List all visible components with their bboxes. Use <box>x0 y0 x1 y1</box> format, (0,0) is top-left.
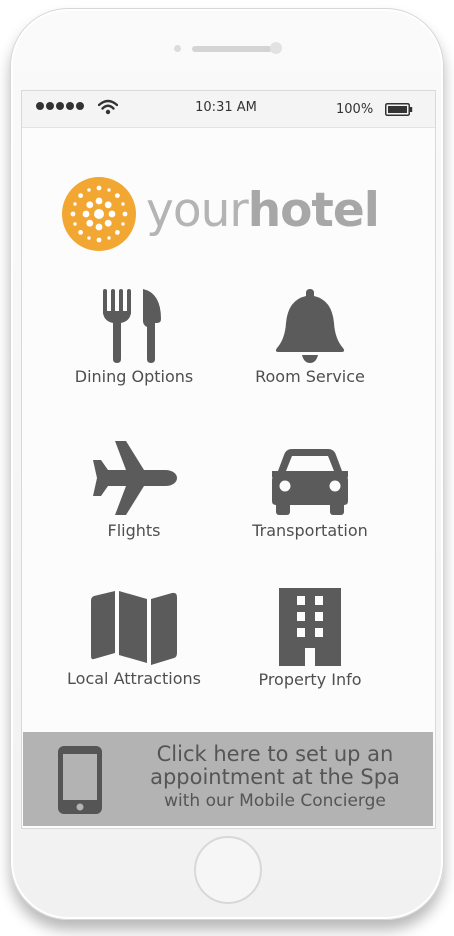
map-icon <box>91 591 177 665</box>
menu-tile-transportation[interactable]: Transportation <box>222 441 398 540</box>
airplane-icon <box>93 441 177 515</box>
status-bar: 10:31 AM 100% <box>22 91 435 128</box>
menu-tile-property-info[interactable]: Property Info <box>222 588 398 689</box>
proximity-sensor <box>174 45 181 52</box>
battery-icon <box>385 103 413 116</box>
wifi-icon <box>98 99 118 115</box>
banner-line-2: appointment at the Spa <box>150 765 400 789</box>
hotel-logo: yourhotel <box>62 177 402 255</box>
signal-strength-icon <box>36 102 84 110</box>
menu-tile-flights[interactable]: Flights <box>46 439 222 540</box>
bell-icon <box>275 289 345 363</box>
status-time: 10:31 AM <box>195 100 257 115</box>
menu-label-transportation: Transportation <box>252 521 368 540</box>
mobile-phone-icon <box>58 746 102 814</box>
spa-appointment-banner[interactable]: Click here to set up an appointment at t… <box>23 732 433 826</box>
logo-sunburst-icon <box>62 177 136 251</box>
front-camera <box>270 42 282 54</box>
menu-label-room-service: Room Service <box>255 367 365 386</box>
menu-tile-local-attractions[interactable]: Local Attractions <box>46 591 222 688</box>
banner-line-3: with our Mobile Concierge <box>164 791 386 811</box>
car-icon <box>272 449 348 515</box>
menu-label-property-info: Property Info <box>258 670 362 689</box>
menu-tile-room-service[interactable]: Room Service <box>222 287 398 386</box>
building-icon <box>279 588 341 666</box>
logo-wordmark-hotel: hotel <box>247 183 380 238</box>
logo-wordmark-your: your <box>146 183 249 238</box>
menu-label-dining-options: Dining Options <box>74 367 194 386</box>
fork-knife-icon <box>103 289 161 363</box>
menu-label-local-attractions: Local Attractions <box>67 669 201 688</box>
app-screen: 10:31 AM 100% yourhotel Dining Options R… <box>21 90 436 829</box>
banner-line-1: Click here to set up an <box>156 742 394 766</box>
home-button[interactable] <box>194 836 262 904</box>
menu-tile-dining-options[interactable]: Dining Options <box>46 287 222 386</box>
earpiece-speaker <box>192 46 272 52</box>
logo-wordmark: yourhotel <box>146 179 380 243</box>
menu-label-flights: Flights <box>107 521 161 540</box>
battery-percentage: 100% <box>336 102 374 117</box>
